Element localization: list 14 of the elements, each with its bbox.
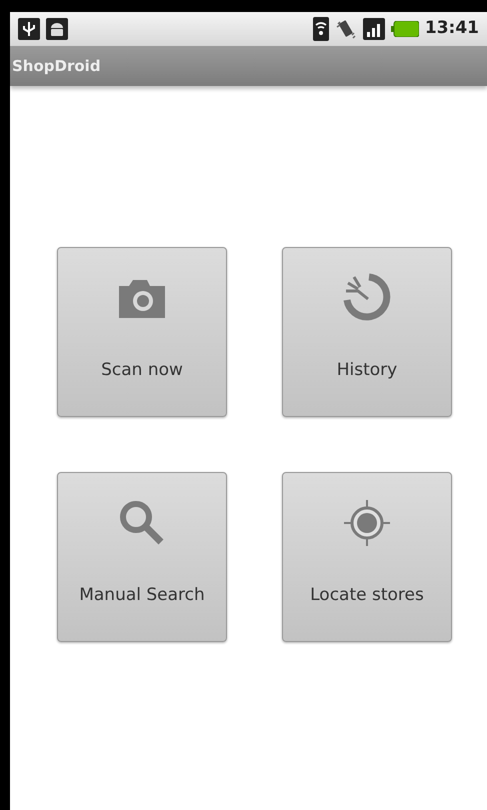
signal-icon <box>362 18 385 40</box>
menu-button[interactable]: Manual Search <box>57 472 227 642</box>
menu-button[interactable]: Scan now <box>57 247 227 417</box>
crosshair-icon <box>342 498 392 548</box>
menu-button[interactable]: History <box>282 247 452 417</box>
app-title: ShopDroid <box>12 56 101 77</box>
clock: 13:41 <box>424 17 479 40</box>
wifi-icon <box>312 17 329 41</box>
menu-button[interactable]: Locate stores <box>282 472 452 642</box>
vibrate-icon <box>334 18 357 40</box>
usb-icon <box>18 18 40 40</box>
battery-icon <box>390 21 419 37</box>
history-icon <box>342 273 392 323</box>
android-icon <box>46 18 68 40</box>
